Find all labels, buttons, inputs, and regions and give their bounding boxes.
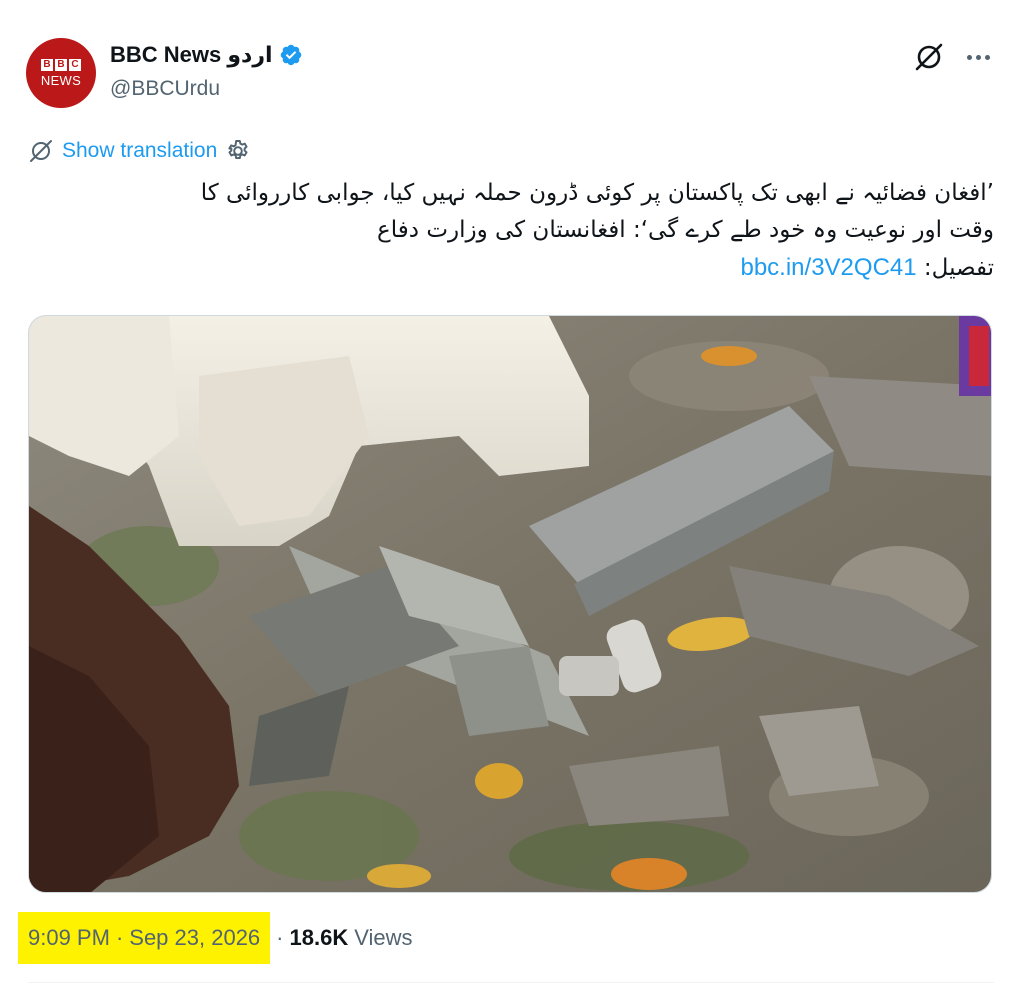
logo-letter-2: B	[55, 58, 67, 71]
account-handle[interactable]: @BBCUrdu	[110, 76, 220, 102]
verified-badge-icon[interactable]	[279, 43, 303, 67]
tweet-text-line-2: وقت اور نوعیت وہ خود طے کرے گی‘: افغانست…	[377, 217, 994, 243]
views-count: 18.6K	[289, 925, 349, 950]
tweet-text: ’افغان فضائیہ نے ابھی تک پاکستان پر کوئی…	[30, 175, 994, 287]
logo-letter-3: C	[69, 58, 81, 71]
show-translation-row[interactable]: Show translation	[28, 137, 251, 165]
tweet-meta: 9:09 PM · Sep 23, 2026 · 18.6K Views	[18, 912, 413, 964]
gear-icon[interactable]	[225, 138, 251, 164]
divider	[28, 982, 994, 983]
grok-slash-icon[interactable]	[912, 40, 946, 74]
more-options-button[interactable]	[958, 40, 998, 74]
tweet-link[interactable]: bbc.in/3V2QC41	[740, 254, 916, 281]
drone-wreckage-image	[29, 316, 991, 892]
tweet-card: B B C NEWS BBC News اردو @BBCUrdu Show t…	[0, 0, 1024, 986]
tweet-time[interactable]: 9:09 PM	[28, 925, 110, 951]
tweet-text-line-3: تفصیل: bbc.in/3V2QC41	[30, 249, 994, 287]
meta-separator: ·	[115, 925, 124, 950]
bbc-logo-blocks: B B C	[41, 58, 81, 71]
tweet-date[interactable]: Sep 23, 2026	[129, 925, 260, 951]
tweet-text-line-1: ’افغان فضائیہ نے ابھی تک پاکستان پر کوئی…	[200, 180, 994, 206]
views-label: Views	[354, 925, 413, 950]
more-dots-icon	[966, 54, 972, 60]
details-label: تفصیل:	[916, 255, 994, 281]
display-name[interactable]: BBC News اردو	[110, 42, 273, 68]
translate-grok-icon	[30, 140, 52, 162]
show-translation-link[interactable]: Show translation	[62, 137, 217, 165]
timestamp-highlight[interactable]: 9:09 PM · Sep 23, 2026	[18, 912, 271, 964]
logo-word: NEWS	[40, 72, 82, 88]
avatar[interactable]: B B C NEWS	[26, 38, 96, 108]
display-name-row[interactable]: BBC News اردو	[110, 42, 303, 68]
tweet-media-photo[interactable]	[28, 315, 992, 893]
meta-separator-2: ·	[276, 925, 284, 950]
logo-letter-1: B	[41, 58, 53, 71]
